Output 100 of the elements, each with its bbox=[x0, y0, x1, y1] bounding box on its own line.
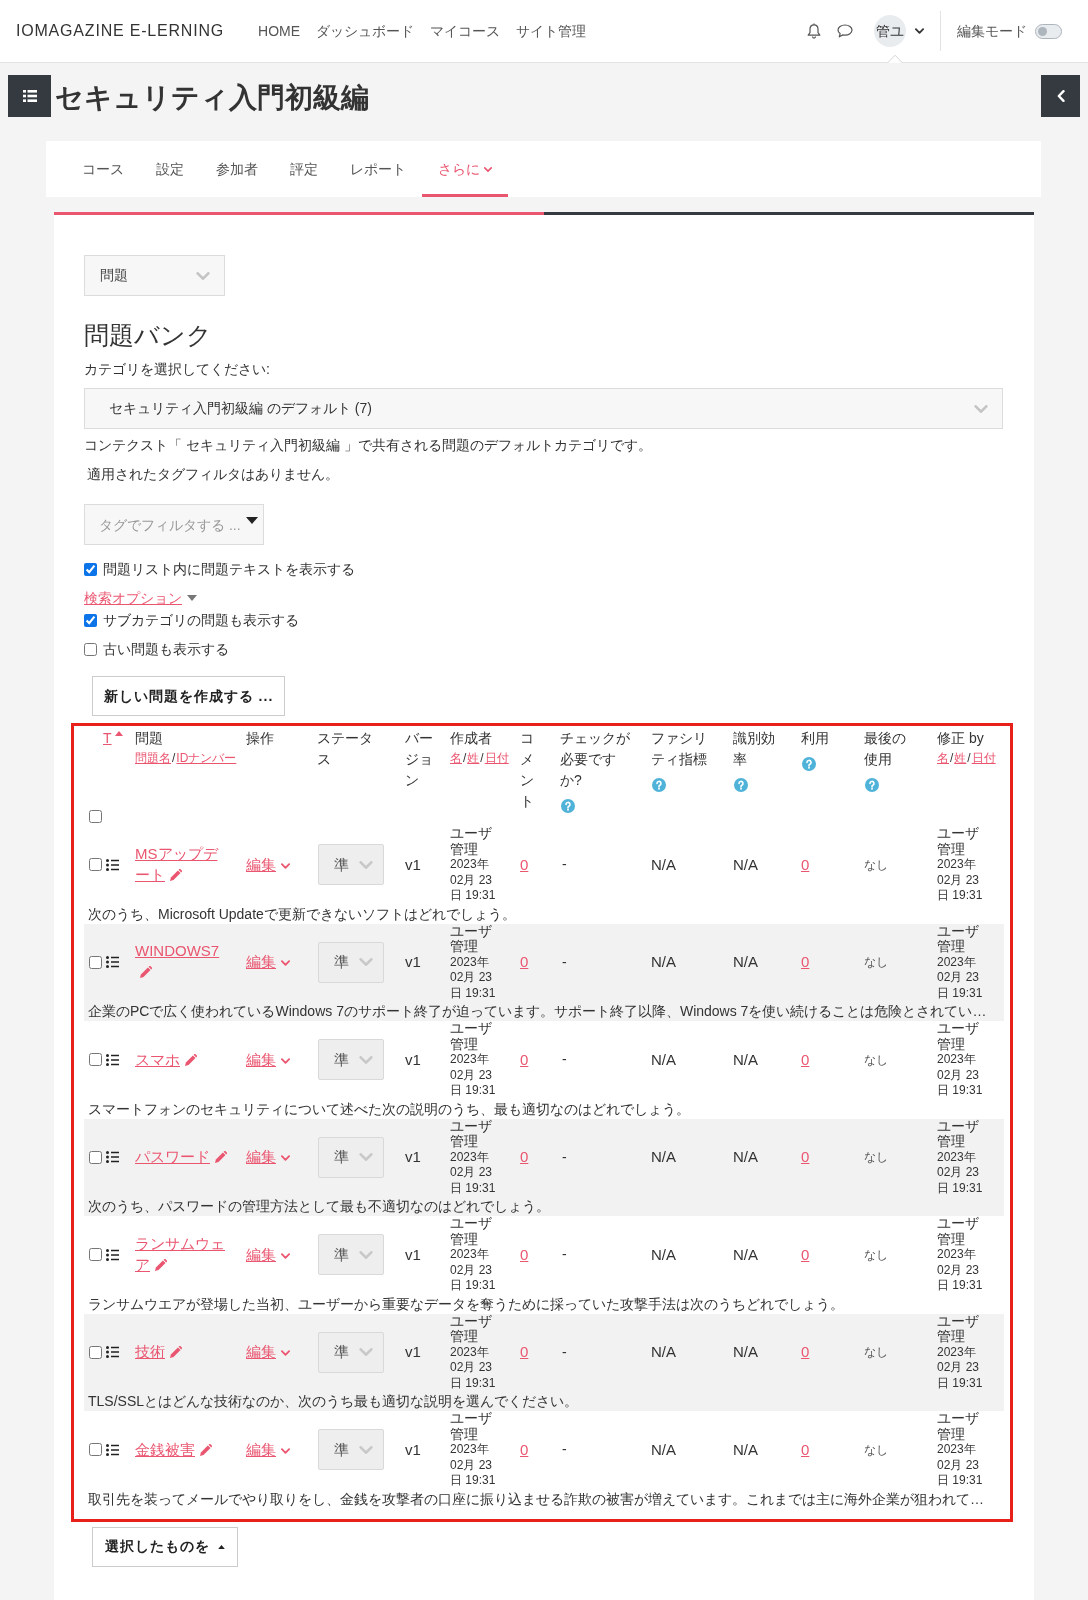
status-select[interactable]: 準 bbox=[318, 1331, 384, 1373]
nav-link[interactable]: マイコース bbox=[430, 20, 501, 42]
edit-menu-link[interactable]: 編集 bbox=[246, 855, 276, 873]
bell-icon[interactable] bbox=[807, 23, 821, 39]
page-select[interactable]: 問題 bbox=[84, 255, 225, 296]
edit-menu-link[interactable]: 編集 bbox=[246, 1148, 276, 1166]
tab[interactable]: 設定 bbox=[140, 141, 200, 197]
sort-link[interactable]: 日付 bbox=[484, 750, 509, 767]
row-checkbox[interactable] bbox=[89, 858, 102, 872]
list-icon[interactable] bbox=[22, 90, 37, 102]
status-select[interactable]: 準 bbox=[318, 1234, 384, 1276]
tab[interactable]: コース bbox=[66, 141, 140, 197]
table-cell: v1 bbox=[401, 1411, 446, 1489]
site-title[interactable]: IOMAGAZINE E-LERNING bbox=[16, 19, 225, 43]
user-avatar[interactable]: 管ユ bbox=[874, 15, 906, 47]
usage-link[interactable]: 0 bbox=[801, 1245, 810, 1263]
table-cell: - bbox=[556, 1021, 647, 1099]
sort-link[interactable]: T bbox=[103, 728, 112, 749]
row-checkbox[interactable] bbox=[89, 1248, 102, 1262]
comments-link[interactable]: 0 bbox=[520, 1440, 529, 1458]
pencil-icon[interactable] bbox=[155, 1258, 167, 1271]
usage-link[interactable]: 0 bbox=[801, 953, 810, 971]
tab[interactable]: 参加者 bbox=[200, 141, 274, 197]
tag-filter-field[interactable]: タグでフィルタする ... bbox=[84, 504, 264, 545]
status-select[interactable]: 準 bbox=[318, 844, 384, 886]
help-icon[interactable] bbox=[734, 778, 748, 792]
edit-menu-link[interactable]: 編集 bbox=[246, 953, 276, 971]
caret-down-icon[interactable] bbox=[246, 516, 258, 525]
usage-link[interactable]: 0 bbox=[801, 1440, 810, 1458]
question-name-link[interactable]: パスワード bbox=[135, 1146, 227, 1168]
comments-link[interactable]: 0 bbox=[520, 1050, 529, 1068]
usage-link[interactable]: 0 bbox=[801, 1050, 810, 1068]
sort-link[interactable]: 姓 bbox=[467, 750, 480, 767]
question-name-link[interactable]: 技術 bbox=[135, 1341, 182, 1363]
question-name-link[interactable]: ランサムウェア bbox=[135, 1232, 231, 1275]
question-name-link[interactable]: 金銭被害 bbox=[135, 1438, 212, 1460]
edit-menu-link[interactable]: 編集 bbox=[246, 1245, 276, 1263]
chevron-left-icon[interactable] bbox=[1056, 90, 1065, 102]
pencil-icon[interactable] bbox=[185, 1053, 197, 1066]
drawer-close-button[interactable] bbox=[1041, 75, 1080, 117]
edit-mode-toggle[interactable] bbox=[1035, 23, 1062, 39]
pencil-icon[interactable] bbox=[140, 966, 152, 979]
usage-link[interactable]: 0 bbox=[801, 1343, 810, 1361]
pencil-icon[interactable] bbox=[170, 868, 182, 881]
nav-link[interactable]: ダッシュボード bbox=[316, 20, 415, 42]
question-name-link[interactable]: WINDOWS7 bbox=[135, 940, 231, 983]
comments-link[interactable]: 0 bbox=[520, 953, 529, 971]
category-select[interactable]: セキュリティ入門初級編 のデフォルト (7) bbox=[84, 388, 1003, 429]
row-checkbox[interactable] bbox=[89, 1443, 102, 1457]
sort-link[interactable]: 問題名 bbox=[135, 750, 171, 767]
checkbox[interactable] bbox=[84, 642, 97, 656]
pencil-icon[interactable] bbox=[200, 1443, 212, 1456]
bulk-action-button[interactable]: 選択したものを bbox=[92, 1526, 238, 1567]
speech-bubble-icon[interactable] bbox=[837, 24, 853, 38]
help-icon[interactable] bbox=[652, 778, 666, 792]
chevron-down-icon[interactable] bbox=[915, 28, 924, 34]
comments-link[interactable]: 0 bbox=[520, 1343, 529, 1361]
comments-link[interactable]: 0 bbox=[520, 1148, 529, 1166]
row-checkbox[interactable] bbox=[89, 1053, 102, 1067]
edit-menu-link[interactable]: 編集 bbox=[246, 1343, 276, 1361]
status-select[interactable]: 準 bbox=[318, 941, 384, 983]
tab[interactable]: 評定 bbox=[274, 141, 334, 197]
help-icon[interactable] bbox=[561, 799, 575, 813]
help-icon[interactable] bbox=[802, 757, 816, 771]
question-name-link[interactable]: MSアップデート bbox=[135, 842, 231, 885]
select-all-checkbox[interactable] bbox=[89, 810, 102, 823]
help-icon[interactable] bbox=[865, 778, 879, 792]
row-checkbox[interactable] bbox=[89, 1150, 102, 1164]
checkbox[interactable] bbox=[84, 562, 97, 576]
pencil-icon[interactable] bbox=[170, 1346, 182, 1359]
status-select[interactable]: 準 bbox=[318, 1429, 384, 1471]
sort-link[interactable]: 姓 bbox=[954, 750, 967, 767]
sort-link[interactable]: 日付 bbox=[971, 750, 996, 767]
tab[interactable]: さらに bbox=[422, 141, 508, 197]
checkbox[interactable] bbox=[84, 613, 97, 627]
tab[interactable]: レポート bbox=[334, 141, 422, 197]
drawer-toggle-button[interactable] bbox=[8, 75, 51, 117]
nav-link[interactable]: サイト管理 bbox=[516, 20, 587, 42]
row-checkbox[interactable] bbox=[89, 955, 102, 969]
comments-link[interactable]: 0 bbox=[520, 855, 529, 873]
caret-up-icon[interactable] bbox=[218, 1544, 225, 1549]
status-select[interactable]: 準 bbox=[318, 1039, 384, 1081]
sort-link[interactable]: IDナンバー bbox=[176, 750, 237, 767]
row-checkbox[interactable] bbox=[89, 1345, 102, 1359]
nav-link[interactable]: HOME bbox=[258, 20, 301, 42]
status-select[interactable]: 準 bbox=[318, 1136, 384, 1178]
table-cell: なし bbox=[860, 1118, 933, 1196]
sort-link[interactable]: 名 bbox=[450, 750, 462, 767]
pencil-icon[interactable] bbox=[215, 1151, 227, 1164]
usage-link[interactable]: 0 bbox=[801, 1148, 810, 1166]
usage-link[interactable]: 0 bbox=[801, 855, 810, 873]
question-name-link[interactable]: スマホ bbox=[135, 1048, 197, 1070]
sort-link[interactable]: 名 bbox=[937, 750, 949, 767]
edit-menu-link[interactable]: 編集 bbox=[246, 1050, 276, 1068]
create-question-button[interactable]: 新しい問題を作成する ... bbox=[92, 676, 285, 716]
category-description: コンテクスト「 セキュリティ入門初級編 」で共有される問題のデフォルトカテゴリです。 bbox=[84, 436, 652, 455]
edit-menu-link[interactable]: 編集 bbox=[246, 1440, 276, 1458]
search-options-link[interactable]: 検索オプション bbox=[84, 587, 182, 609]
comments-link[interactable]: 0 bbox=[520, 1245, 529, 1263]
timestamp: 2023年 02月 23日 19:31 bbox=[450, 954, 497, 1001]
